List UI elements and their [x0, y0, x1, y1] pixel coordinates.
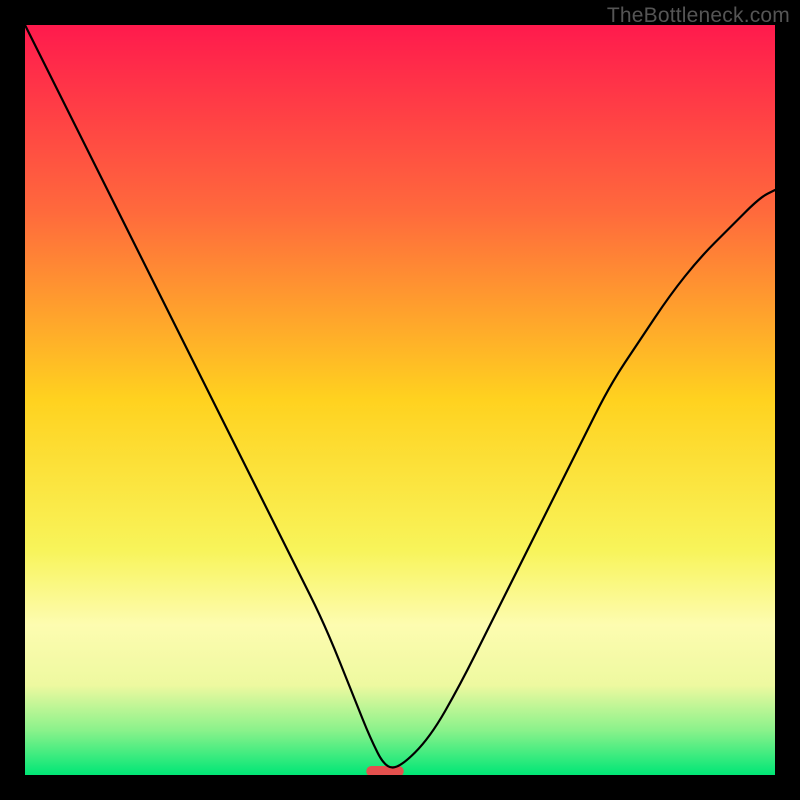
chart-svg — [25, 25, 775, 775]
marker-pill — [366, 766, 404, 775]
gradient-background — [25, 25, 775, 775]
chart-frame: TheBottleneck.com — [0, 0, 800, 800]
plot-area — [25, 25, 775, 775]
